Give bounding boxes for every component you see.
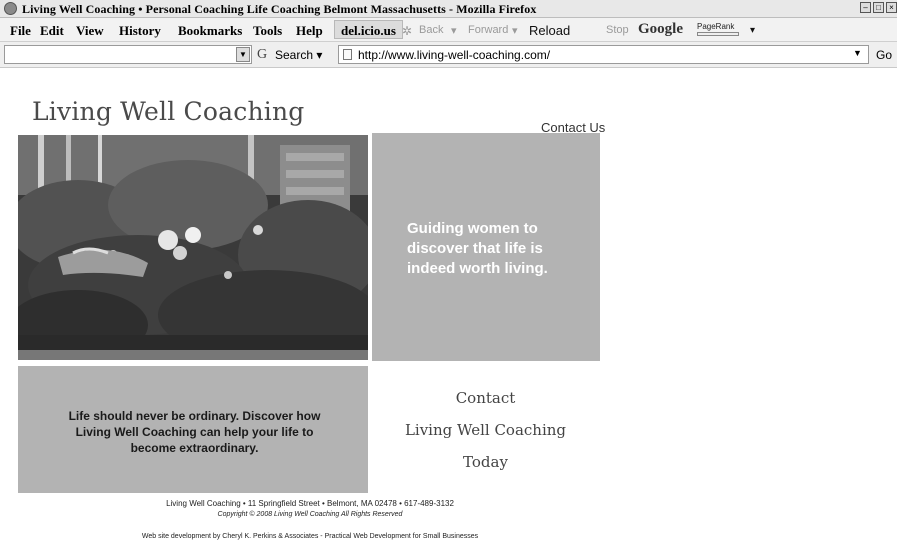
google-g-icon: G: [257, 47, 268, 62]
search-engine-combo[interactable]: ▼: [4, 45, 252, 64]
footer-copyright: Copyright © 2008 Living Well Coaching Al…: [217, 511, 403, 518]
title-bar: Living Well Coaching • Personal Coaching…: [0, 0, 897, 18]
menu-file[interactable]: File: [10, 23, 31, 39]
footer-address: Living Well Coaching • 11 Springfield St…: [166, 499, 454, 508]
firefox-icon: [4, 2, 17, 15]
message-text: Life should never be ordinary. Discover …: [68, 409, 321, 455]
go-button[interactable]: Go: [876, 48, 892, 62]
reload-button[interactable]: Reload: [529, 23, 570, 38]
window-title: Living Well Coaching • Personal Coaching…: [22, 2, 537, 16]
close-icon[interactable]: ×: [886, 2, 897, 13]
menu-tools[interactable]: Tools: [253, 23, 282, 39]
throbber-icon: ✲: [402, 24, 413, 38]
pagerank-meter: [697, 32, 739, 36]
stop-button[interactable]: Stop: [606, 24, 629, 36]
chevron-down-icon[interactable]: ▼: [236, 47, 250, 62]
forward-dropdown-icon[interactable]: ▾: [512, 24, 518, 37]
url-bar[interactable]: http://www.living-well-coaching.com/: [338, 45, 869, 64]
contact-line-1: Contact: [455, 389, 516, 407]
url-text[interactable]: http://www.living-well-coaching.com/: [358, 48, 550, 62]
site-logo[interactable]: Living Well Coaching: [32, 97, 304, 126]
url-dropdown-icon[interactable]: ▼: [853, 48, 862, 58]
delicious-button[interactable]: del.icio.us: [334, 20, 403, 39]
maximize-icon[interactable]: □: [873, 2, 884, 13]
search-button-label: Search: [275, 48, 314, 62]
pagerank-dropdown-icon[interactable]: ▾: [750, 25, 755, 36]
menu-edit[interactable]: Edit: [40, 23, 64, 39]
hero-painting: [18, 135, 368, 360]
navigation-toolbar: ▼ G Search ▾ http://www.living-well-coac…: [0, 42, 897, 68]
back-button[interactable]: Back: [419, 24, 443, 36]
pagerank-label: PageRank: [697, 22, 735, 31]
back-dropdown-icon[interactable]: ▾: [451, 24, 457, 37]
search-button[interactable]: Search ▾: [275, 48, 322, 62]
menu-bar: File Edit View History Bookmarks Tools H…: [0, 18, 897, 42]
forward-button[interactable]: Forward: [468, 24, 508, 36]
contact-line-3: Today: [463, 453, 508, 471]
menu-history[interactable]: History: [119, 23, 161, 39]
menu-help[interactable]: Help: [296, 23, 323, 39]
footer-credit[interactable]: Web site development by Cheryl K. Perkin…: [0, 533, 620, 540]
menu-view[interactable]: View: [76, 23, 104, 39]
contact-today-link[interactable]: Contact Living Well Coaching Today: [398, 382, 573, 478]
contact-line-2: Living Well Coaching: [404, 421, 567, 439]
tagline-text: Guiding women to discover that life is i…: [407, 220, 548, 277]
menu-bookmarks[interactable]: Bookmarks: [178, 23, 242, 39]
page-icon: [343, 49, 352, 60]
google-toolbar-button[interactable]: Google: [638, 21, 683, 38]
minimize-icon[interactable]: –: [860, 2, 871, 13]
